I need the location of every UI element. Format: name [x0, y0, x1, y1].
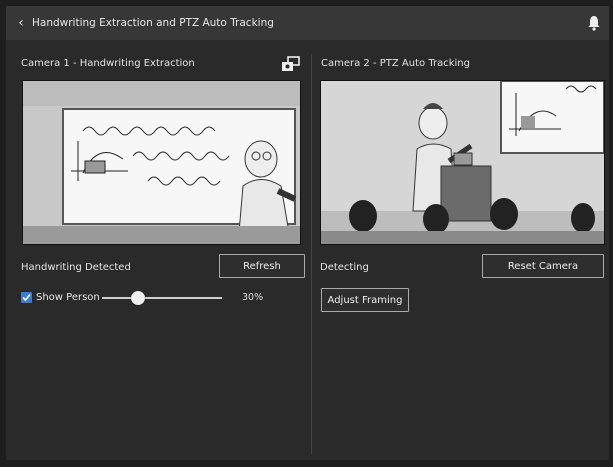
back-button[interactable]: ‹: [10, 15, 32, 31]
show-person-label: Show Person: [36, 292, 100, 303]
check-icon: [22, 293, 31, 302]
title-bar: ‹ Handwriting Extraction and PTZ Auto Tr…: [6, 6, 609, 40]
camera1-panel: Camera 1 - Handwriting Extraction Handwr…: [6, 40, 311, 460]
opacity-slider[interactable]: [102, 291, 222, 305]
camera2-title: Camera 2 - PTZ Auto Tracking: [321, 58, 470, 69]
camera2-status: Detecting: [320, 262, 369, 273]
adjust-framing-button[interactable]: Adjust Framing: [321, 288, 409, 312]
refresh-button[interactable]: Refresh: [219, 254, 305, 278]
camera1-video-feed: [22, 80, 301, 245]
page-title: Handwriting Extraction and PTZ Auto Trac…: [32, 17, 274, 29]
camera2-panel: Camera 2 - PTZ Auto Tracking Detecting R…: [311, 40, 609, 460]
slider-thumb[interactable]: [131, 291, 145, 305]
camera2-video-feed: [320, 80, 605, 245]
reset-camera-button[interactable]: Reset Camera: [482, 254, 604, 278]
classroom-image: [321, 81, 604, 244]
camera1-status: Handwriting Detected: [21, 262, 131, 273]
show-person-toggle[interactable]: Show Person: [21, 292, 100, 303]
handwriting-board-image: [23, 81, 300, 244]
camera1-title: Camera 1 - Handwriting Extraction: [21, 58, 195, 69]
camera-switch-icon[interactable]: [281, 56, 301, 72]
bell-icon[interactable]: [587, 15, 601, 31]
app-window: ‹ Handwriting Extraction and PTZ Auto Tr…: [6, 6, 609, 460]
slider-value: 30%: [242, 292, 264, 303]
show-person-checkbox[interactable]: [21, 292, 32, 303]
